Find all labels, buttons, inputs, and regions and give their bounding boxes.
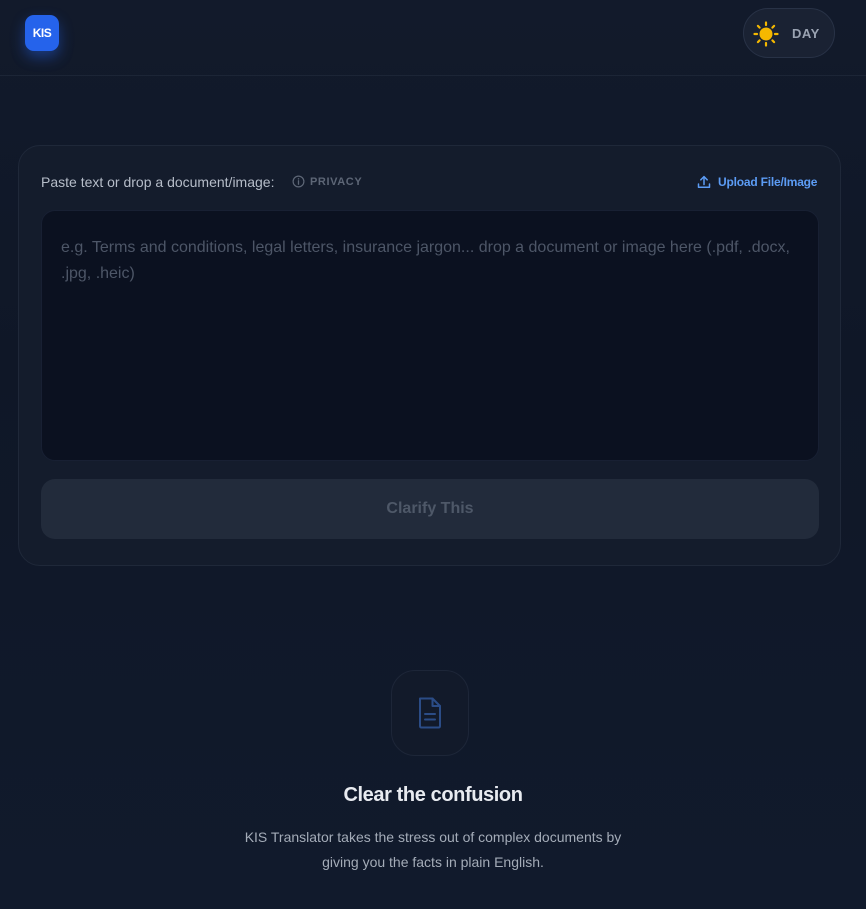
- privacy-label: PRIVACY: [310, 175, 363, 188]
- theme-toggle-label: DAY: [792, 26, 820, 41]
- empty-state-title: Clear the confusion: [343, 784, 523, 806]
- upload-label: Upload File/Image: [718, 175, 818, 189]
- theme-toggle-button[interactable]: DAY: [743, 8, 835, 58]
- clarify-button[interactable]: Clarify This: [41, 479, 819, 539]
- sun-icon: [753, 21, 779, 47]
- document-icon: [419, 697, 441, 729]
- upload-icon: [697, 175, 711, 189]
- empty-state-description: KIS Translator takes the stress out of c…: [244, 829, 622, 870]
- input-label: Paste text or drop a document/image:: [41, 174, 275, 190]
- info-icon: [292, 175, 305, 188]
- upload-file-button[interactable]: Upload File/Image: [697, 175, 817, 189]
- empty-state-icon-box: [391, 670, 469, 756]
- app-header: KIS DAY: [0, 0, 866, 76]
- privacy-info[interactable]: PRIVACY: [292, 175, 362, 188]
- document-text-input[interactable]: [41, 210, 819, 461]
- app-logo[interactable]: KIS: [25, 15, 59, 51]
